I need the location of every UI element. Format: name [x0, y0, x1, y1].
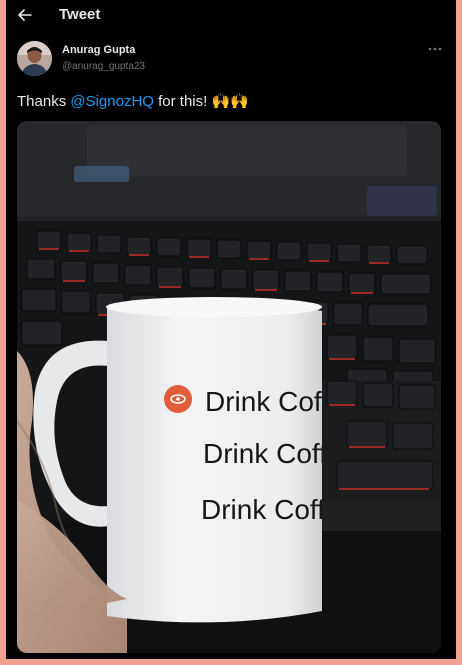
mention-link[interactable]: @SignozHQ [70, 93, 154, 110]
more-options-button[interactable] [425, 42, 445, 56]
back-button[interactable] [16, 6, 34, 24]
page-title: Tweet [59, 6, 101, 23]
mug-text-line-2: Drink Coffe [203, 438, 343, 469]
laptop-keyboard-top [87, 126, 407, 176]
tweet-text: Thanks @SignozHQ for this! 🙌🙌 [17, 92, 249, 110]
signoz-eye-icon [164, 385, 192, 413]
tweet-text-after: for this! 🙌🙌 [153, 93, 249, 110]
tweet-text-before: Thanks [17, 93, 71, 110]
author-name[interactable]: Anurag Gupta [62, 44, 135, 56]
arrow-left-icon [18, 9, 32, 21]
header-bar: Tweet [6, 0, 456, 30]
mug-text-line-3: Drink Coffe [201, 494, 341, 525]
more-horizontal-icon [428, 47, 442, 51]
tweet-page: Tweet Anurag Gupta @anurag_gupta23 Thank… [6, 0, 456, 659]
tweet-photo[interactable]: Drink Coffe Drink Coffe Drink Coffe [17, 121, 441, 653]
avatar[interactable] [17, 41, 52, 76]
author-handle[interactable]: @anurag_gupta23 [62, 61, 145, 72]
